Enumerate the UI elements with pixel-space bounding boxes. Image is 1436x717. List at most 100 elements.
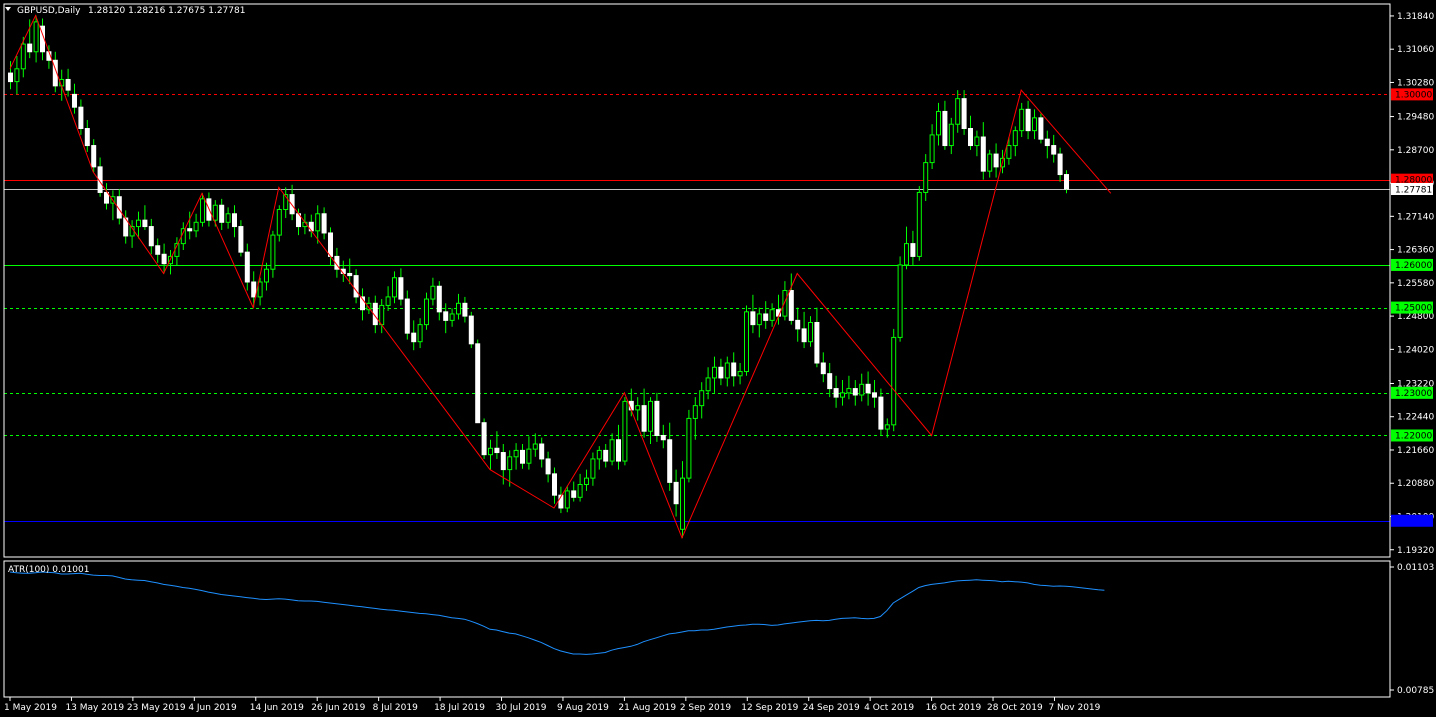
x-tick-label: 16 Oct 2019 [926, 703, 982, 713]
candle-body [795, 319, 801, 330]
y-tick-label: 1.31060 [1397, 45, 1434, 55]
candle-body [424, 298, 429, 326]
candle-body [718, 366, 724, 379]
candle-body [564, 490, 570, 509]
symbol-label: GBPUSD,Daily [17, 6, 81, 16]
candle-body [872, 392, 877, 398]
x-tick-label: 9 Aug 2019 [557, 703, 609, 713]
candle-body [430, 285, 436, 300]
candle [897, 256, 903, 342]
candle-body [750, 311, 756, 326]
candle-body [731, 362, 737, 377]
candle-body [552, 473, 557, 496]
x-tick-label: 24 Sep 2019 [803, 703, 860, 713]
candle-body [635, 405, 641, 411]
candle-body [468, 315, 474, 345]
candle-body [1038, 117, 1044, 140]
candle-body [910, 243, 916, 257]
candle-body [923, 162, 929, 193]
candle-body [507, 456, 513, 471]
candle-body [33, 21, 39, 53]
candle-body [641, 405, 647, 432]
candle-body [475, 343, 481, 424]
candle-body [398, 277, 404, 300]
candle-body [654, 400, 660, 436]
candle-body [142, 219, 148, 228]
candle [475, 339, 481, 424]
x-tick-label: 30 Jul 2019 [496, 703, 547, 713]
candle-body [244, 251, 250, 283]
candle-body [763, 313, 769, 321]
candle-body [494, 447, 500, 454]
level-tag-label: 1.23000 [1395, 389, 1432, 399]
candle-body [379, 304, 385, 326]
candle-body [603, 449, 609, 462]
candle-body [1051, 145, 1057, 155]
candle-body [660, 434, 666, 441]
ohlc-readout: 1.28120 1.28216 1.27675 1.27781 [88, 6, 245, 16]
level-tag-label: 1.22000 [1395, 431, 1432, 441]
candle-body [449, 313, 455, 321]
y-tick-label: 1.26360 [1397, 246, 1434, 256]
candle-body [699, 390, 705, 407]
y-tick-label: 1.29480 [1397, 113, 1434, 123]
candle-body [1064, 174, 1069, 190]
candle-body [488, 447, 493, 456]
candle-body [1025, 108, 1031, 132]
candle-body [187, 228, 193, 232]
candle-body [827, 373, 833, 390]
candle-body [865, 383, 871, 394]
candle-body [155, 245, 161, 255]
y-tick-label: 1.24800 [1397, 312, 1434, 322]
y-tick-label: 1.22440 [1397, 413, 1434, 423]
candle-body [392, 277, 397, 298]
candle-body [782, 290, 788, 317]
candle-body [820, 362, 826, 375]
candle-body [161, 253, 167, 265]
x-tick-label: 28 Oct 2019 [987, 703, 1043, 713]
candle-body [417, 324, 423, 343]
candle-body [456, 302, 461, 315]
candle-body [667, 439, 673, 483]
candle-body [622, 400, 628, 462]
candle-body [846, 388, 852, 394]
candle-body [436, 285, 442, 313]
candle-body [705, 377, 711, 392]
candle-body [609, 439, 615, 462]
y-tick-label: 1.31840 [1397, 12, 1434, 22]
x-tick-label: 23 May 2019 [127, 703, 186, 713]
candle-body [136, 219, 141, 228]
candle-body [801, 328, 807, 343]
x-tick-label: 1 May 2019 [4, 703, 57, 713]
background [0, 0, 1436, 717]
candle-body [257, 281, 263, 298]
candle-body [955, 98, 961, 125]
candle-body [225, 213, 231, 223]
candle-body [987, 153, 993, 172]
y-tick-label: 1.28700 [1397, 146, 1434, 156]
candle-body [481, 422, 487, 456]
x-tick-label: 14 Jun 2019 [250, 703, 304, 713]
candle-body [20, 43, 26, 70]
x-tick-label: 18 Jul 2019 [434, 703, 485, 713]
candle-body [840, 392, 845, 398]
y-tick-label: 1.30280 [1397, 78, 1434, 88]
candle [481, 418, 487, 459]
candle-body [712, 366, 717, 379]
level-tag-label: 1.26000 [1395, 261, 1432, 271]
candle-body [961, 98, 967, 129]
candle-body [577, 484, 583, 498]
y-tick-label: 1.19320 [1397, 546, 1434, 556]
candle-body [897, 264, 903, 338]
candle-body [411, 332, 417, 343]
candle-body [724, 362, 730, 379]
x-tick-label: 4 Oct 2019 [864, 703, 914, 713]
candle-body [980, 136, 986, 172]
candle-body [219, 204, 225, 223]
candle-body [232, 213, 237, 228]
candle-body [315, 213, 321, 232]
candle-body [686, 417, 692, 479]
candle-body [942, 110, 948, 147]
candle-body [788, 290, 794, 321]
candle-body [8, 72, 13, 83]
